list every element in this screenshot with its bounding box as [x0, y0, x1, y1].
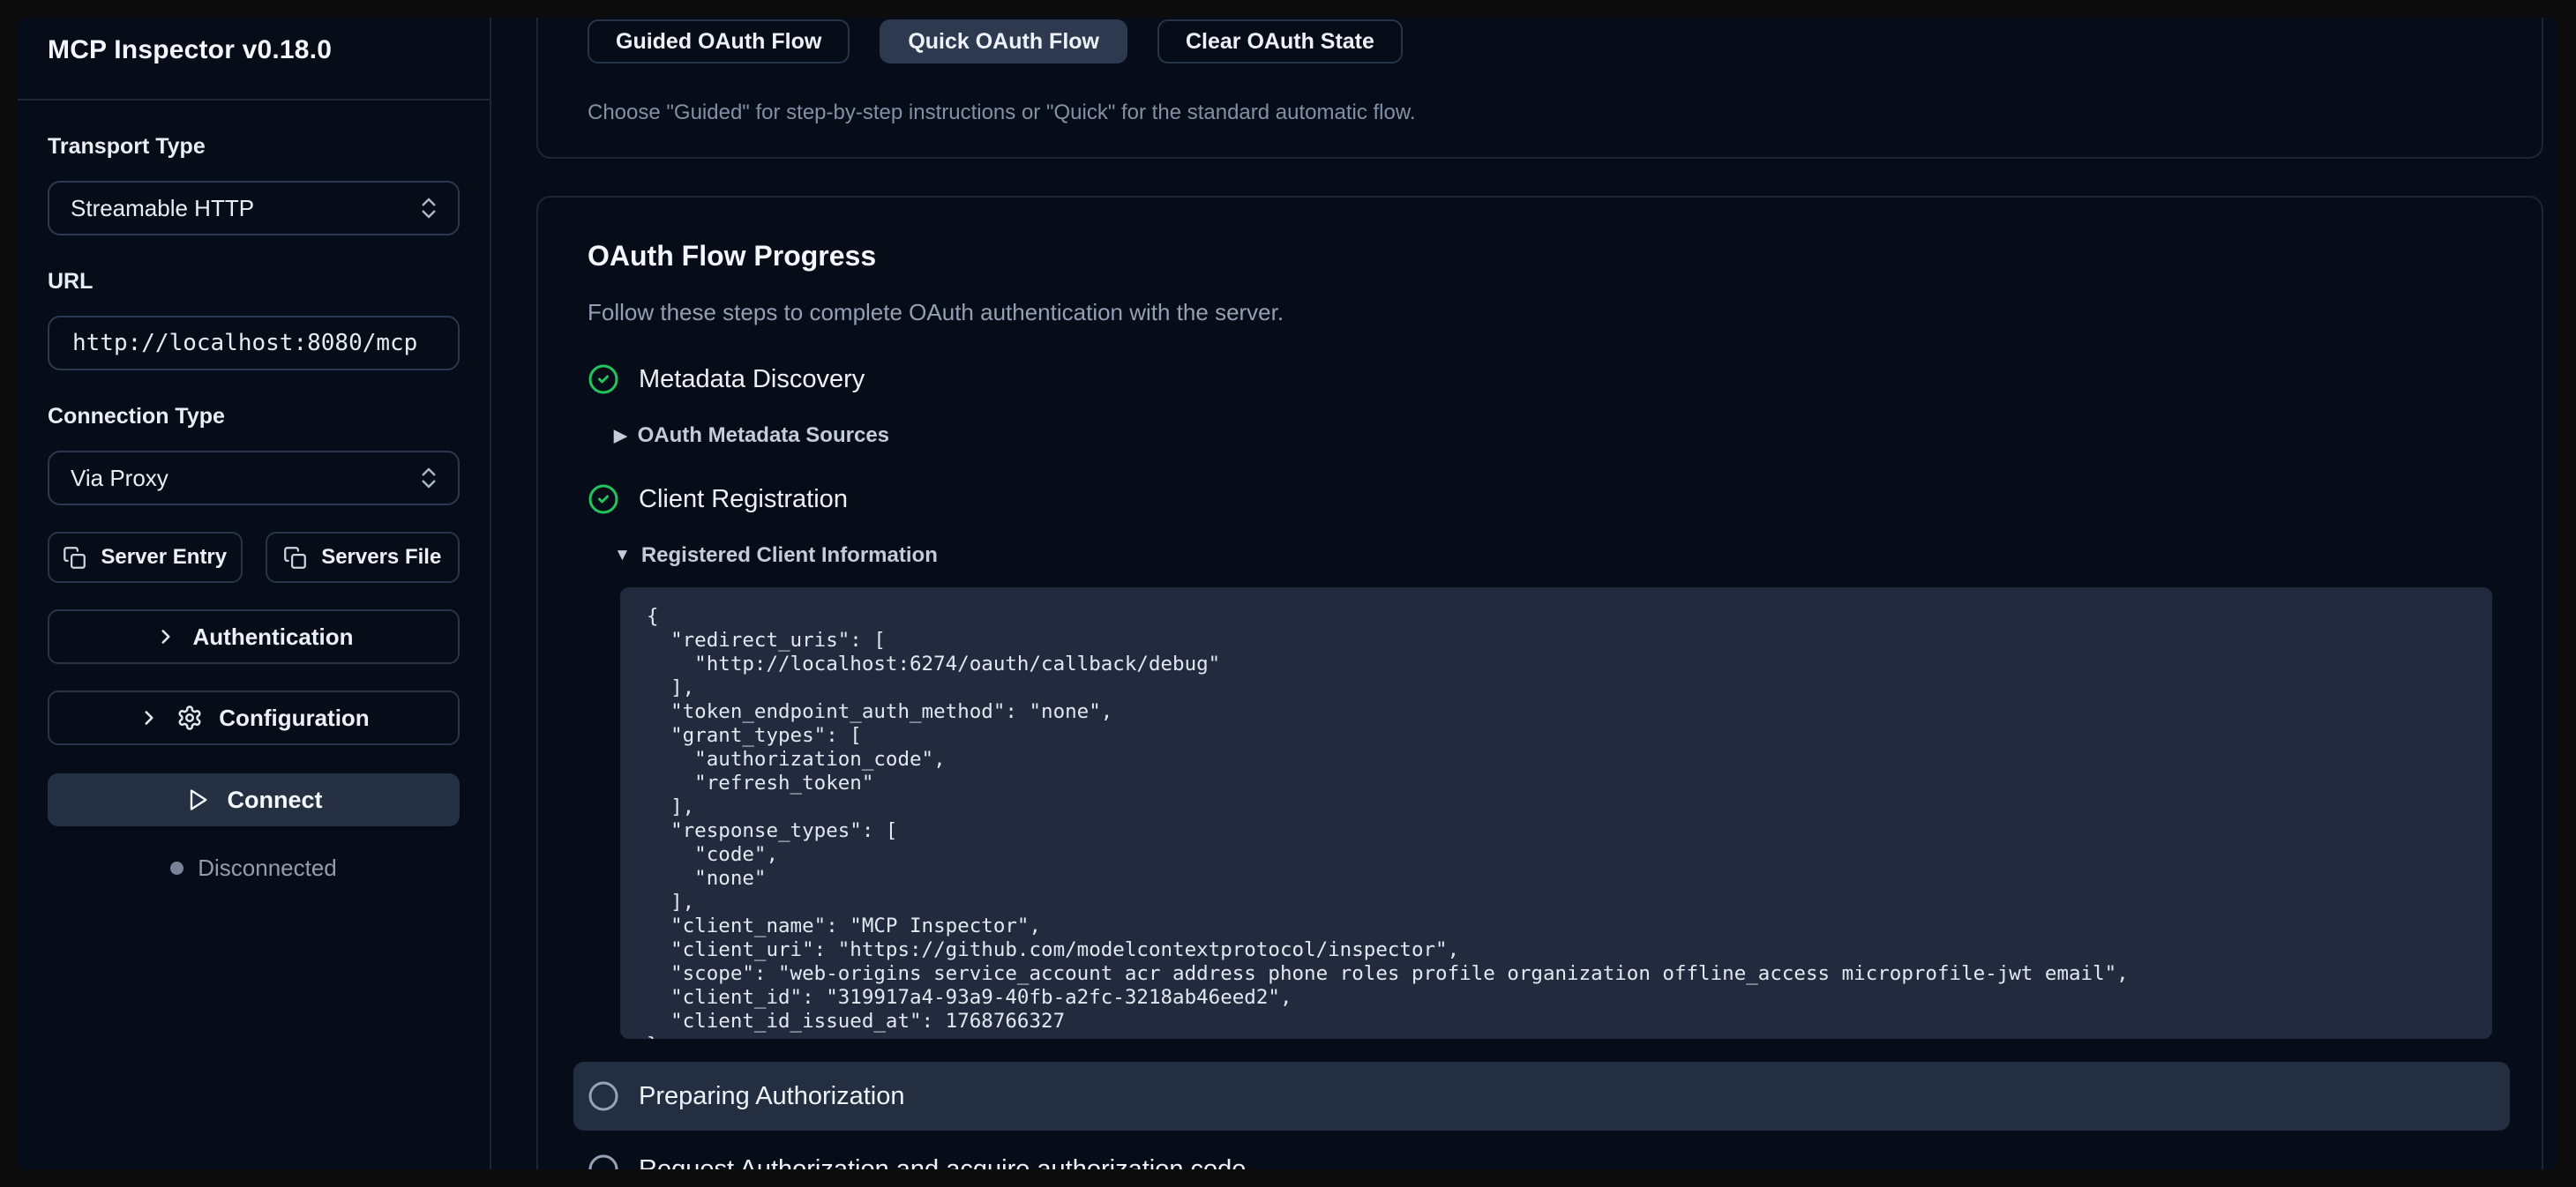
pending-circle-icon [588, 1080, 619, 1112]
registered-client-info-label: Registered Client Information [641, 543, 938, 568]
connect-button[interactable]: Connect [48, 773, 460, 826]
registered-client-json: { "redirect_uris": [ "http://localhost:6… [647, 605, 2466, 1039]
connection-type-value: Via Proxy [71, 465, 168, 492]
server-entry-button[interactable]: Server Entry [48, 532, 243, 583]
authentication-label: Authentication [193, 623, 354, 651]
screenshot-frame: MCP Inspector v0.18.0 Transport Type Str… [0, 0, 2576, 1187]
step-metadata-discovery: Metadata Discovery [588, 363, 2492, 395]
mcp-inspector-app: MCP Inspector v0.18.0 Transport Type Str… [18, 18, 2558, 1169]
connection-type-select[interactable]: Via Proxy [48, 451, 460, 505]
chevrons-up-down-icon [416, 465, 442, 491]
guided-oauth-flow-button[interactable]: Guided OAuth Flow [588, 19, 850, 63]
main-content: Guided OAuth Flow Quick OAuth Flow Clear… [491, 18, 2558, 1169]
server-entry-label: Server Entry [101, 545, 227, 570]
pending-circle-icon [588, 1153, 619, 1169]
chevron-right-icon [154, 625, 177, 648]
oauth-progress-subtitle: Follow these steps to complete OAuth aut… [588, 299, 2492, 326]
oauth-metadata-sources-label: OAuth Metadata Sources [638, 423, 889, 448]
copy-buttons-row: Server Entry Servers File [48, 532, 460, 583]
sidebar: MCP Inspector v0.18.0 Transport Type Str… [18, 18, 491, 1169]
oauth-toolbar-card: Guided OAuth Flow Quick OAuth Flow Clear… [536, 18, 2543, 159]
step-preparing-authorization: Preparing Authorization [573, 1062, 2510, 1131]
registered-client-json-block[interactable]: { "redirect_uris": [ "http://localhost:6… [620, 587, 2492, 1039]
registered-client-info-toggle[interactable]: ▼ Registered Client Information [614, 543, 2492, 568]
step-request-authorization: Request Authorization and acquire author… [588, 1153, 2492, 1169]
copy-icon [283, 546, 307, 570]
check-circle-icon [588, 363, 619, 395]
step-label: Request Authorization and acquire author… [639, 1155, 1246, 1170]
step-client-registration: Client Registration [588, 483, 2492, 515]
servers-file-button[interactable]: Servers File [266, 532, 461, 583]
play-icon [185, 788, 210, 812]
step-label: Metadata Discovery [639, 365, 865, 394]
connection-type-label: Connection Type [48, 404, 460, 429]
servers-file-label: Servers File [321, 545, 441, 570]
oauth-flow-progress-card: OAuth Flow Progress Follow these steps t… [536, 196, 2543, 1169]
authentication-toggle-button[interactable]: Authentication [48, 609, 460, 664]
copy-icon [63, 546, 86, 570]
oauth-metadata-sources-toggle[interactable]: ▶ OAuth Metadata Sources [614, 423, 2492, 448]
status-dot-icon [170, 862, 183, 875]
chevrons-up-down-icon [416, 195, 442, 221]
triangle-down-icon: ▼ [614, 546, 631, 565]
url-label: URL [48, 269, 460, 295]
url-input[interactable] [48, 316, 460, 370]
transport-type-value: Streamable HTTP [71, 195, 254, 222]
app-title: MCP Inspector v0.18.0 [18, 18, 490, 101]
triangle-right-icon: ▶ [614, 426, 627, 446]
chevron-right-icon [138, 706, 161, 729]
quick-oauth-flow-button[interactable]: Quick OAuth Flow [880, 19, 1127, 63]
configuration-label: Configuration [219, 705, 369, 732]
gear-icon [176, 705, 203, 731]
oauth-flow-buttons: Guided OAuth Flow Quick OAuth Flow Clear… [588, 19, 2492, 63]
oauth-steps: Metadata Discovery ▶ OAuth Metadata Sour… [588, 363, 2492, 1169]
configuration-toggle-button[interactable]: Configuration [48, 691, 460, 745]
clear-oauth-state-button[interactable]: Clear OAuth State [1157, 19, 1403, 63]
connect-label: Connect [228, 787, 323, 814]
oauth-progress-title: OAuth Flow Progress [588, 240, 2492, 272]
check-circle-icon [588, 483, 619, 515]
status-text: Disconnected [198, 855, 337, 882]
step-label: Client Registration [639, 485, 848, 514]
transport-type-select[interactable]: Streamable HTTP [48, 181, 460, 235]
step-label: Preparing Authorization [639, 1082, 904, 1111]
connection-status: Disconnected [48, 855, 460, 882]
oauth-flow-hint: Choose "Guided" for step-by-step instruc… [588, 101, 2492, 125]
transport-type-label: Transport Type [48, 134, 460, 160]
